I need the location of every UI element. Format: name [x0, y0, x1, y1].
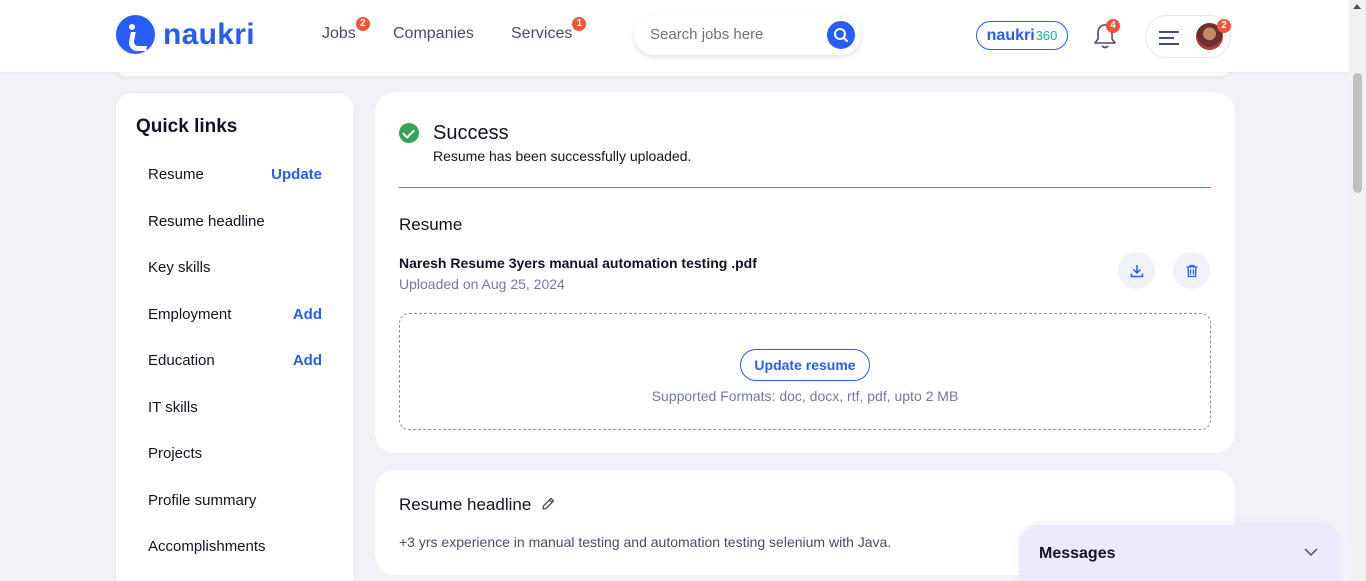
- logo-text: naukri: [163, 17, 255, 51]
- quick-link-label: Employment: [148, 306, 232, 323]
- nav-jobs[interactable]: Jobs 2: [322, 17, 370, 43]
- download-icon: [1130, 264, 1143, 277]
- search-icon: [834, 28, 848, 42]
- quick-link-label: Education: [148, 352, 215, 369]
- quick-links-title: Quick links: [136, 116, 238, 137]
- scroll-up-arrow-icon[interactable]: [1353, 4, 1361, 9]
- page-scrollbar[interactable]: [1349, 0, 1366, 581]
- naukri360-button[interactable]: naukri 360: [976, 21, 1068, 50]
- quick-link-projects[interactable]: Projects: [148, 445, 322, 462]
- resume-headline-title: Resume headline: [399, 495, 532, 514]
- resume-headline-text: +3 yrs experience in manual testing and …: [399, 534, 892, 550]
- nav-services-badge: 1: [572, 17, 587, 31]
- search-bar: [634, 15, 861, 55]
- quick-link-key-skills[interactable]: Key skills: [148, 259, 322, 276]
- quick-link-employment[interactable]: Employment Add: [148, 306, 322, 323]
- quick-link-education[interactable]: Education Add: [148, 352, 322, 369]
- naukri-logo[interactable]: naukri: [116, 15, 255, 54]
- hamburger-icon: [1159, 31, 1179, 49]
- naukri360-number: 360: [1035, 28, 1058, 43]
- resume-file-name: Naresh Resume 3yers manual automation te…: [399, 255, 757, 271]
- employment-add-link[interactable]: Add: [293, 306, 322, 323]
- quick-link-label: Accomplishments: [148, 538, 266, 555]
- messages-widget[interactable]: Messages: [1019, 525, 1339, 581]
- profile-badge: 2: [1217, 19, 1231, 33]
- notification-badge: 4: [1106, 19, 1120, 33]
- quick-link-it-skills[interactable]: IT skills: [148, 399, 322, 416]
- resume-card: Success Resume has been successfully upl…: [375, 92, 1235, 453]
- quick-link-accomplishments[interactable]: Accomplishments: [148, 538, 322, 555]
- education-add-link[interactable]: Add: [293, 352, 322, 369]
- nav-jobs-badge: 2: [355, 17, 370, 31]
- profile-menu-button[interactable]: 2: [1145, 15, 1231, 58]
- supported-formats: Supported Formats: doc, docx, rtf, pdf, …: [651, 388, 959, 404]
- resume-upload-date: Uploaded on Aug 25, 2024: [399, 276, 565, 292]
- search-input[interactable]: [650, 26, 820, 43]
- resume-update-link[interactable]: Update: [271, 166, 322, 183]
- quick-links-panel: Quick links Resume Update Resume headlin…: [115, 92, 355, 581]
- update-resume-button[interactable]: Update resume: [740, 349, 870, 381]
- quick-link-resume-headline[interactable]: Resume headline: [148, 213, 322, 230]
- nav-companies-label: Companies: [393, 25, 474, 42]
- nav-companies[interactable]: Companies: [393, 25, 474, 43]
- quick-link-label: Key skills: [148, 259, 211, 276]
- success-title: Success: [433, 122, 509, 144]
- resume-upload-area[interactable]: Update resume Supported Formats: doc, do…: [399, 313, 1211, 430]
- quick-link-label: Profile summary: [148, 492, 257, 509]
- messages-label: Messages: [1039, 545, 1116, 562]
- delete-resume-button[interactable]: [1173, 252, 1210, 289]
- scroll-thumb[interactable]: [1353, 73, 1362, 193]
- resume-section-title: Resume: [399, 215, 463, 234]
- nav-services[interactable]: Services 1: [511, 17, 587, 43]
- download-resume-button[interactable]: [1118, 252, 1155, 289]
- edit-pencil-icon[interactable]: [540, 496, 556, 512]
- nav-jobs-label: Jobs: [322, 25, 356, 42]
- quick-link-label: IT skills: [148, 399, 198, 416]
- top-header: naukri Jobs 2 Companies Services 1 naukr…: [0, 0, 1349, 72]
- trash-icon: [1186, 264, 1197, 277]
- naukri360-label: naukri: [986, 26, 1035, 44]
- success-check-icon: [399, 123, 419, 143]
- success-message: Resume has been successfully uploaded.: [433, 148, 692, 164]
- quick-link-label: Resume: [148, 166, 204, 183]
- chevron-down-icon[interactable]: [1303, 544, 1319, 560]
- success-divider: [399, 187, 1211, 188]
- quick-link-label: Resume headline: [148, 213, 265, 230]
- naukri-logo-icon: [116, 15, 155, 54]
- nav-services-label: Services: [511, 25, 573, 42]
- quick-link-label: Projects: [148, 445, 203, 462]
- quick-link-resume[interactable]: Resume Update: [148, 166, 322, 183]
- search-button[interactable]: [827, 21, 855, 49]
- quick-link-profile-summary[interactable]: Profile summary: [148, 492, 322, 509]
